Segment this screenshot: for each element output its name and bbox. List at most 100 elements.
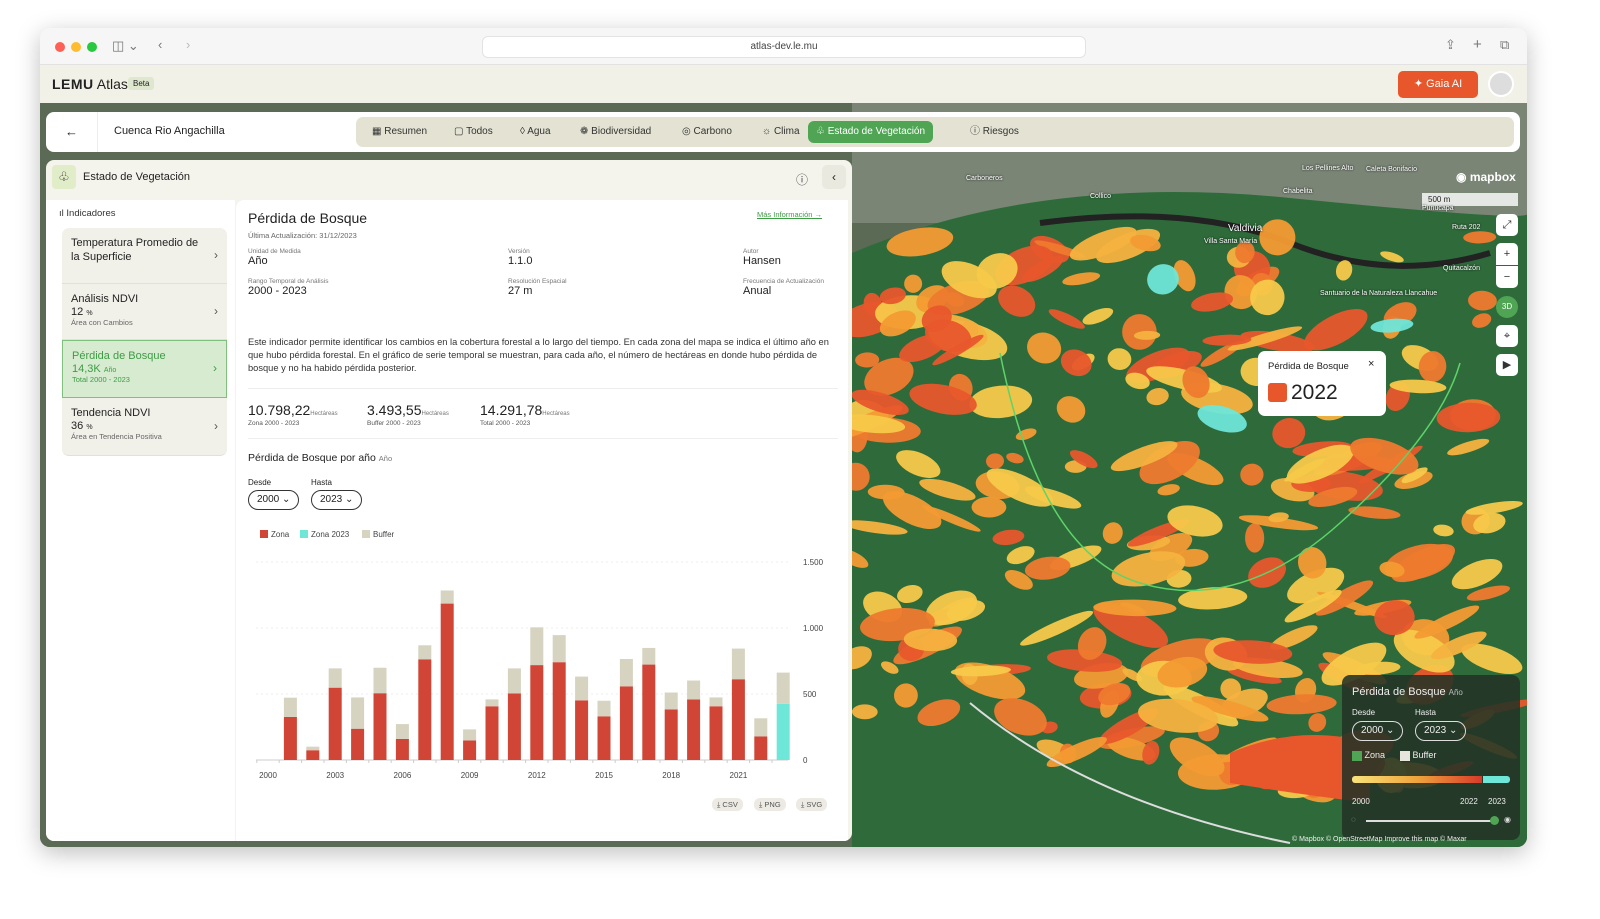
forward-nav-icon[interactable]: › [186,37,190,52]
legend-label: Zona 2023 [311,530,350,539]
legend-to-select[interactable]: 2023 ⌄ [1415,721,1466,741]
maximize-window-button[interactable] [87,42,97,52]
tab-agua[interactable]: ◊ Agua [512,121,559,143]
year-color-ramp [1352,776,1482,783]
bar-buffer-2007 [418,645,431,659]
download-csv-button[interactable]: ⤓ CSV [712,798,743,811]
indicator-ndvi-analysis[interactable]: Análisis NDVI12 %Área con Cambios› [62,284,227,340]
x-tick-label: 2003 [326,771,344,780]
tab-label: Agua [527,126,550,137]
logo-product: Atlas [97,76,128,92]
address-bar[interactable]: atlas-dev.le.mu [482,36,1086,58]
tab-resumen[interactable]: ▦ Resumen [364,121,435,143]
locate-button[interactable]: ⌖ [1496,325,1518,347]
collapse-panel-button[interactable]: ‹ [822,165,846,189]
tab-label: Clima [774,126,800,137]
tab-label: Biodiversidad [591,126,651,137]
tab-carbono[interactable]: ◎ Carbono [674,121,740,143]
tab-label: Resumen [384,126,427,137]
indicators-sidebar: ıl Indicadores Temperatura Promedio de l… [46,200,235,841]
app-header: LEMU Atlas Beta ✦ Gaia AI [40,65,1527,103]
tab-label: Carbono [694,126,732,137]
to-year-select[interactable]: 2023 ⌄ [311,490,362,510]
minimize-window-button[interactable] [71,42,81,52]
zona-checkbox[interactable] [1352,751,1362,761]
x-tick-label: 2000 [259,771,277,780]
bar-buffer-2008 [441,591,454,604]
tab-label: Estado de Vegetación [828,126,925,137]
map-place-label: Collico [1090,193,1111,200]
indicators-label: Indicadores [66,208,115,219]
chart-unit: Año [379,454,392,463]
bar-buffer-2005 [374,668,387,693]
map-attribution[interactable]: © Mapbox © OpenStreetMap Improve this ma… [1292,836,1467,843]
bar-zona-2023-2023 [777,704,790,760]
tab-biodiversidad[interactable]: ❁ Biodiversidad [572,121,659,143]
stat: 10.798,22HectáreasZona 2000 - 2023 [248,402,338,427]
zoom-out-button[interactable]: − [1496,266,1518,288]
avatar[interactable] [1488,71,1514,97]
tab-riesgos[interactable]: ⓘ Riesgos [962,121,1027,143]
close-icon[interactable]: × [1368,358,1374,370]
bar-buffer-2014 [575,677,588,701]
close-window-button[interactable] [55,42,65,52]
bar-buffer-2009 [463,729,476,740]
download-png-button[interactable]: ⤓ PNG [754,798,786,811]
fullscreen-button[interactable]: ⤢ [1496,214,1518,236]
toggle-3d-button[interactable]: 3D [1496,296,1518,318]
legend-from-value: 2000 [1361,725,1383,736]
basin-name: Cuenca Rio Angachilla [114,125,225,137]
category-tabs: ▦ Resumen ▢ Todos ◊ Agua ❁ Biodiversidad ◎ C… [356,117,1514,147]
indicator-ndvi-trend[interactable]: Tendencia NDVI36 %Área en Tendencia Posi… [62,398,227,456]
download-svg-button[interactable]: ⤓ SVG [796,798,827,811]
logo-brand: LEMU [52,76,94,92]
x-tick-label: 2015 [595,771,613,780]
buffer-checkbox[interactable] [1400,751,1410,761]
stat-value: 14.291,78 [480,402,542,418]
tabs-overview-icon[interactable]: ⧉ [1500,37,1509,53]
bar-buffer-2017 [642,648,655,665]
meta-value: Anual [743,285,824,297]
bar-zona-2008 [441,604,454,760]
back-button[interactable]: ← [46,112,98,152]
show-icon[interactable]: ◉ [1504,815,1511,824]
zoom-in-button[interactable]: + [1496,243,1518,265]
opacity-slider[interactable] [1366,820,1494,822]
bar-zona-2007 [418,659,431,760]
info-icon[interactable]: ⓘ [796,171,808,188]
legend-title: Pérdida de Bosque Año [1352,686,1463,698]
from-year-select[interactable]: 2000 ⌄ [248,490,299,510]
bar-buffer-2016 [620,659,633,686]
gaia-ai-button[interactable]: ✦ Gaia AI [1398,71,1478,98]
mapbox-text: mapbox [1470,170,1516,184]
map-place-label: Caleta Bonifacio [1366,166,1417,173]
more-info-link[interactable]: Más Información → [757,210,822,219]
x-tick-label: 2006 [394,771,412,780]
indicators-heading: ıl Indicadores [59,208,116,219]
ramp-end-label: 2023 [1488,797,1506,806]
legend-swatch [300,530,308,538]
zona-toggle[interactable]: Zona [1352,750,1385,761]
buffer-toggle[interactable]: Buffer [1400,750,1436,761]
sidebar-toggle-icon[interactable]: ◫ ⌄ [112,38,139,54]
bar-zona-2018 [665,709,678,760]
stat-unit: Hectáreas [422,411,449,417]
indicator-temperature[interactable]: Temperatura Promedio de la Superficie› [62,228,227,284]
legend-from-select[interactable]: 2000 ⌄ [1352,721,1403,741]
indicator-unit: Año [104,367,116,374]
indicator-forest-loss[interactable]: Pérdida de Bosque14,3K AñoTotal 2000 - 2… [62,340,227,398]
opacity-slider-handle[interactable] [1490,816,1499,825]
share-icon[interactable]: ⇪ [1445,37,1456,53]
stat-unit: Hectáreas [310,411,337,417]
logo[interactable]: LEMU Atlas [52,76,128,92]
to-label: Hasta [311,478,332,487]
tab-clima[interactable]: ☼ Clima [754,121,808,143]
play-button[interactable]: ▶ [1496,354,1518,376]
back-nav-icon[interactable]: ‹ [158,37,162,52]
indicator-subtitle: Total 2000 - 2023 [72,375,217,384]
new-tab-icon[interactable]: + [1473,36,1482,53]
hide-icon[interactable]: ◌ [1351,815,1356,824]
tab-todos[interactable]: ▢ Todos [446,121,501,143]
bar-buffer-2002 [306,747,319,751]
tab-estado-de-vegetación[interactable]: ♧ Estado de Vegetación [808,121,933,143]
